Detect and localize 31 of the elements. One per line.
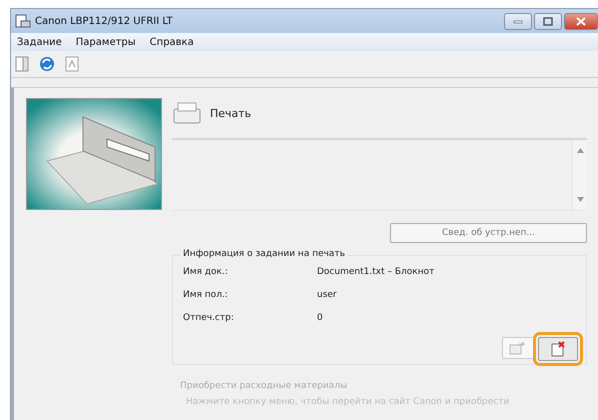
scroll-up-icon[interactable]	[576, 148, 584, 153]
field-label: Имя пол.:	[183, 289, 229, 302]
window-icon	[15, 13, 31, 29]
document-delete-icon	[550, 341, 566, 357]
close-icon	[576, 16, 586, 26]
maximize-icon	[543, 16, 553, 26]
field-label: Имя док.:	[183, 266, 229, 279]
field-value: user	[317, 289, 338, 302]
panel-icon[interactable]	[15, 56, 29, 72]
minimize-icon	[513, 18, 523, 24]
document-arrow-icon	[509, 341, 527, 355]
menu-item[interactable]: Параметры	[76, 36, 136, 48]
field-value: 0	[317, 312, 324, 325]
window-title: Canon LBP112/912 UFRII LT	[35, 16, 174, 26]
scroll-down-icon[interactable]	[576, 197, 584, 202]
maximize-button[interactable]	[534, 12, 562, 30]
menu-item[interactable]: Справка	[150, 36, 194, 48]
move-job-button[interactable]	[502, 337, 534, 359]
menu-item[interactable]: Задание	[17, 36, 62, 48]
consumables-title: Приобрести расходные материалы	[180, 381, 348, 391]
close-button[interactable]	[564, 12, 598, 30]
field-value: Document1.txt – Блокнот	[317, 266, 436, 279]
minimize-button[interactable]	[504, 12, 532, 30]
status-title: Печать	[210, 106, 252, 120]
scrollbar[interactable]	[572, 140, 587, 210]
field-label: Отпеч.стр:	[183, 312, 235, 325]
group-title: Информация о задании на печать	[181, 249, 347, 259]
device-info-button[interactable]: Свед. об устр.неп...	[390, 223, 587, 243]
refresh-icon[interactable]	[39, 56, 55, 72]
printer-icon	[172, 101, 202, 125]
document-icon[interactable]	[65, 56, 79, 72]
